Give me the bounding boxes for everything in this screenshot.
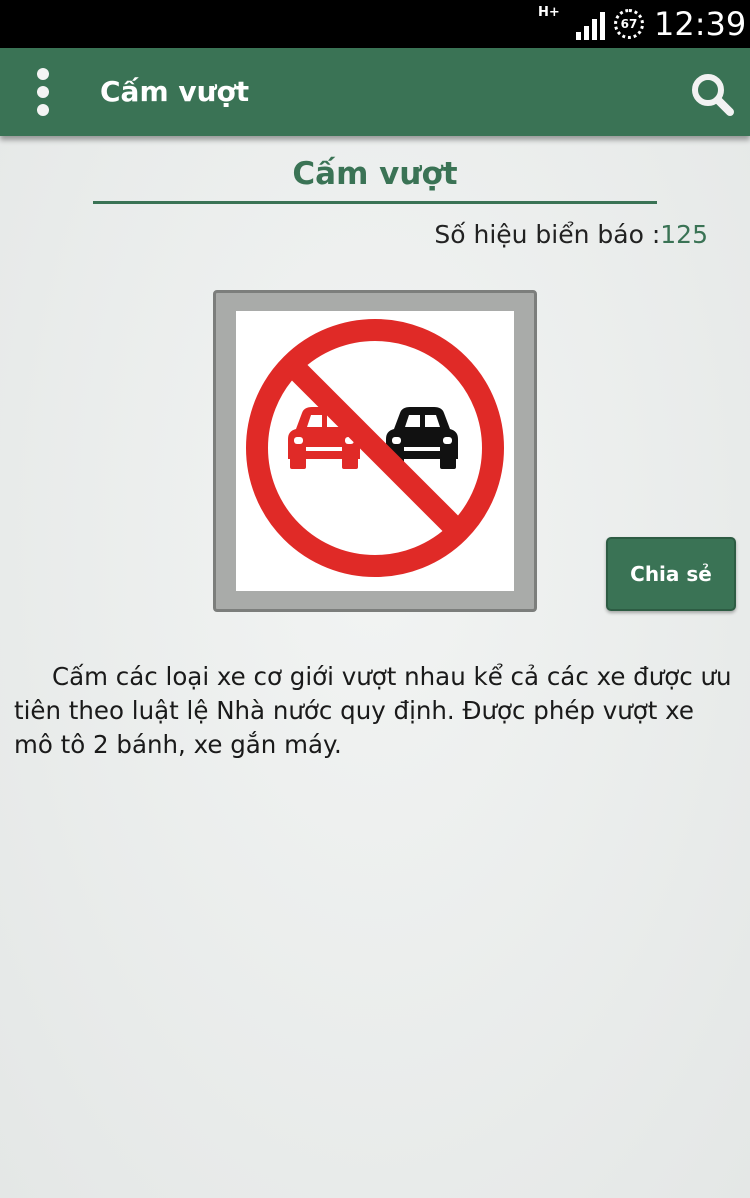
sign-number: Số hiệu biển báo :125: [434, 218, 708, 252]
status-clock: 12:39: [654, 5, 747, 43]
sign-number-value: 125: [660, 220, 708, 249]
sign-number-label: Số hiệu biển báo :: [434, 220, 661, 249]
network-type-indicator: H+: [538, 5, 560, 20]
no-overtaking-sign-icon: [246, 319, 504, 577]
sign-image: [236, 311, 514, 591]
sign-description: Cấm các loại xe cơ giới vượt nhau kể cả …: [14, 662, 732, 759]
status-bar: H+ 67 12:39: [0, 0, 750, 48]
share-button[interactable]: Chia sẻ: [606, 537, 736, 611]
overflow-menu-icon[interactable]: [22, 62, 66, 122]
sign-image-frame: [213, 290, 537, 612]
title-divider: [93, 201, 657, 204]
signal-icon: [576, 12, 605, 40]
app-bar: Cấm vượt: [0, 48, 750, 136]
page-title: Cấm vượt: [292, 156, 458, 192]
app-bar-title: Cấm vượt: [100, 75, 250, 108]
battery-icon: 67: [614, 9, 644, 39]
search-icon[interactable]: [688, 70, 736, 118]
